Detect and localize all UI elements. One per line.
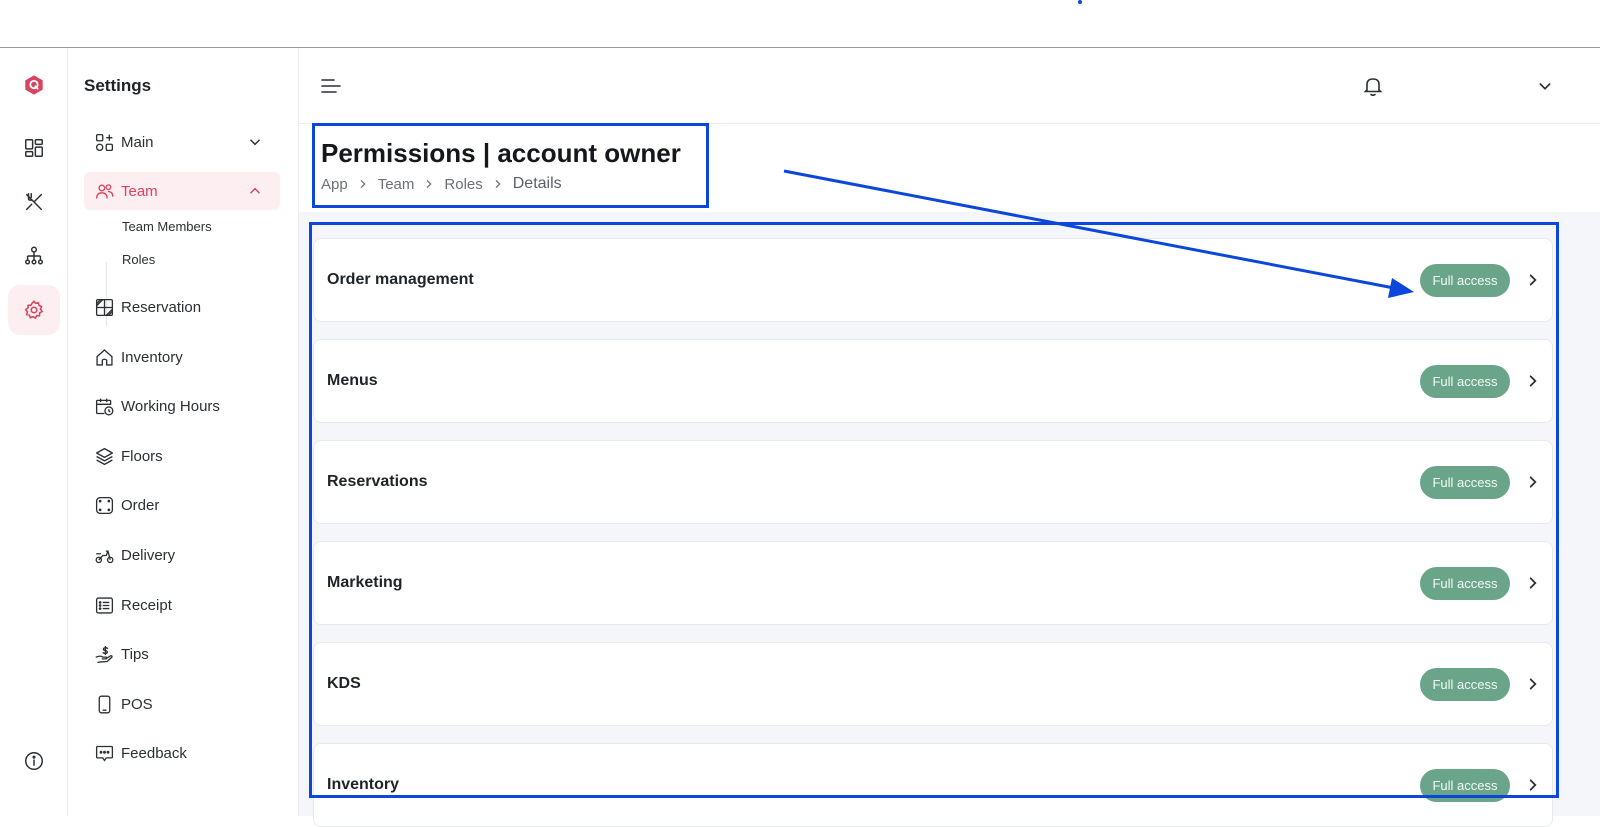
chevron-right-icon [1529,375,1537,387]
sidebar-item-label: Floors [121,447,163,465]
breadcrumb-roles[interactable]: Roles [444,176,482,193]
access-badge: Full access [1420,668,1510,701]
permission-name: Order management [327,271,474,288]
sidebar-item-order[interactable]: Order [84,486,280,524]
rail-info[interactable] [8,736,60,786]
calendar-clock-icon [95,398,114,415]
sidebar-item-floors[interactable]: Floors [84,437,280,475]
chevron-down-icon [250,139,260,146]
list-icon [95,596,114,614]
permission-name: Marketing [327,574,403,591]
icon-rail [0,48,68,816]
permission-name: Inventory [327,776,400,793]
access-badge: Full access [1420,567,1510,600]
submenu-team-members[interactable]: Team Members [122,219,212,234]
sidebar-item-label: Feedback [121,744,187,762]
chevron-right-icon [1529,577,1537,589]
sidebar-item-label: Order [121,496,160,514]
sidebar-item-label: POS [121,695,153,713]
page-title: Permissions | account owner [321,138,681,168]
sidebar-item-inventory[interactable]: Inventory [84,338,280,376]
permission-name: KDS [327,675,361,692]
rail-settings[interactable] [8,285,60,335]
gear-icon [24,300,44,320]
access-badge: Full access [1420,264,1510,297]
permission-card-inventory[interactable]: Inventory Full access [313,743,1553,827]
chevron-right-icon [1529,274,1537,286]
users-icon [95,183,114,199]
home-icon [96,348,113,366]
sidebar-item-delivery[interactable]: Delivery [84,536,280,574]
chevron-up-icon [250,187,260,194]
sidebar-item-reservation[interactable]: Reservation [84,288,280,326]
org-tree-icon [25,246,43,265]
page-header: Permissions | account owner App Team Rol… [299,124,1600,212]
device-icon [98,695,111,713]
grid-diagonal-icon [95,298,114,316]
chevron-right-icon [1529,779,1537,791]
permission-card-marketing[interactable]: Marketing Full access [313,541,1553,625]
rail-dashboard[interactable] [8,123,60,173]
breadcrumb-details: Details [512,175,562,192]
sidebar-item-tips[interactable]: Tips [84,635,280,673]
sidebar-item-feedback[interactable]: Feedback [84,734,280,772]
top-dot [1078,0,1082,4]
chat-icon [95,745,114,762]
breadcrumb-team[interactable]: Team [378,176,415,193]
permission-card-kds[interactable]: KDS Full access [313,642,1553,726]
sidebar-item-receipt[interactable]: Receipt [84,586,280,624]
sidebar-item-label: Reservation [121,298,202,316]
breadcrumb-app[interactable]: App [321,176,348,193]
permission-card-order-management[interactable]: Order management Full access [313,238,1553,322]
access-badge: Full access [1420,365,1510,398]
sidebar-item-label: Tips [121,645,149,663]
layers-icon [95,447,114,465]
chevron-right-icon [1529,678,1537,690]
chevron-right-icon [495,180,501,188]
frame-icon [95,496,114,514]
submenu-roles[interactable]: Roles [122,252,155,267]
chevron-down-icon[interactable] [1537,78,1553,94]
logo-icon [25,75,43,95]
sidebar-item-team[interactable]: Team [84,172,280,210]
access-badge: Full access [1420,466,1510,499]
hand-dollar-icon [95,645,113,663]
chevron-right-icon [1529,476,1537,488]
rail-organization[interactable] [8,231,60,281]
info-icon [25,752,43,770]
permission-card-reservations[interactable]: Reservations Full access [313,440,1553,524]
permission-name: Menus [327,372,378,389]
chevron-right-icon [427,180,432,188]
chevron-right-icon [360,180,366,188]
permission-card-menus[interactable]: Menus Full access [313,339,1553,423]
sidebar-item-label: Working Hours [121,397,220,415]
utensils-icon [25,193,43,211]
menu-toggle-icon[interactable] [319,74,343,98]
permission-name: Reservations [327,473,428,490]
sidebar-item-main[interactable]: Main [84,123,280,161]
sidebar-item-pos[interactable]: POS [84,685,280,723]
sidebar-item-working-hours[interactable]: Working Hours [84,387,280,425]
scooter-icon [95,549,114,563]
main-content: Permissions | account owner App Team Rol… [299,48,1600,827]
browser-top-bar [0,0,1600,48]
apps-add-icon [95,133,114,151]
access-badge: Full access [1420,769,1510,802]
bell-icon[interactable] [1361,74,1385,98]
sidebar-item-label: Inventory [121,348,183,366]
app-logo[interactable] [8,60,60,110]
breadcrumb: App Team Roles Details [321,175,562,193]
sidebar-item-label: Main [121,133,154,151]
settings-sidebar: Settings Main Team Team Members Roles Re… [68,48,299,816]
rail-menu[interactable] [8,177,60,227]
sidebar-item-label: Delivery [121,546,176,564]
sidebar-item-label: Team [121,182,158,200]
app-header [299,48,1600,124]
sidebar-item-label: Receipt [121,596,172,614]
sidebar-title: Settings [84,76,152,95]
dashboard-icon [25,139,43,157]
